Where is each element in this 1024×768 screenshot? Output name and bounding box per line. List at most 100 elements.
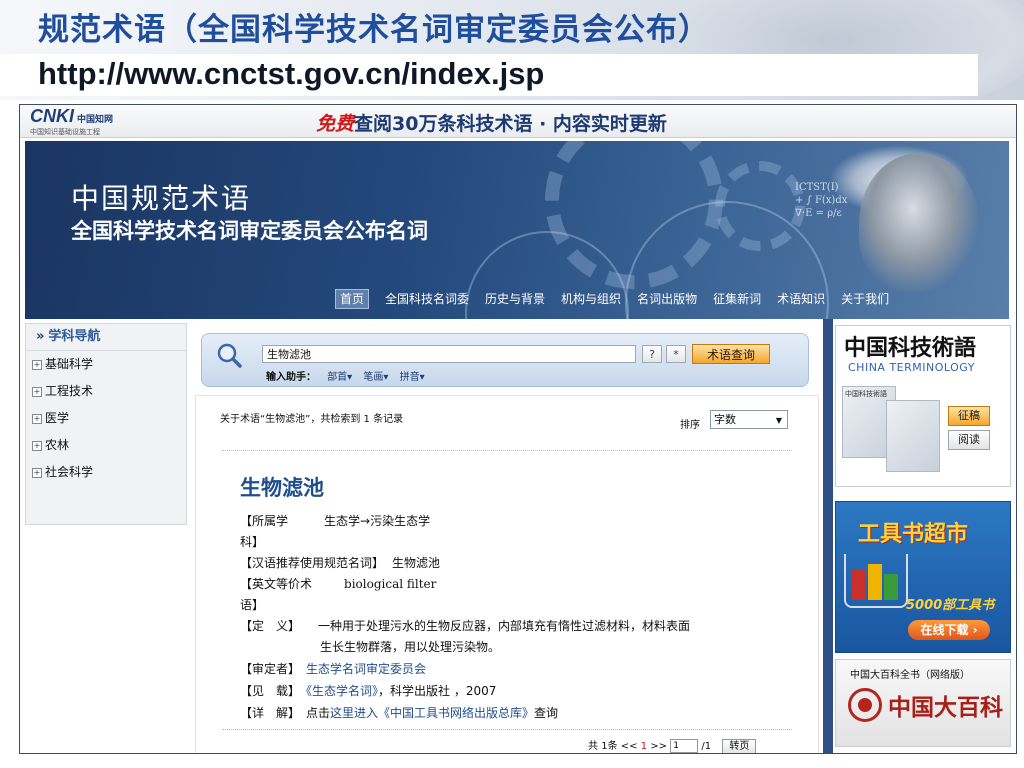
nav-about[interactable]: 关于我们 <box>833 289 897 309</box>
field-value: 一种用于处理污水的生物反应器，内部填充有惰性过滤材料，材料表面 <box>318 619 691 633</box>
pager-page-input[interactable] <box>670 739 699 753</box>
expand-icon[interactable]: + <box>32 468 42 478</box>
einstein-portrait <box>859 153 979 293</box>
search-icon <box>217 343 242 368</box>
field-label: 【英文等价术 <box>240 577 313 591</box>
subject-sidebar: » 学科导航 + 基础科学 + 工程技术 + 医学 + 农林 + 社会科学 <box>25 323 187 525</box>
sidebar-item-engineering[interactable]: + 工程技术 <box>32 384 186 411</box>
banner-subtitle: 全国科学技术名词审定委员会公布名词 <box>71 219 428 243</box>
expand-icon[interactable]: + <box>32 360 42 370</box>
main-nav: 首页 全国科技名词委 历史与背景 机构与组织 名词出版物 征集新词 术语知识 关… <box>335 289 897 309</box>
field-value: 点击 <box>306 706 331 720</box>
journal-title-en: CHINA TERMINOLOGY <box>848 361 975 374</box>
sort-label: 排序 <box>680 420 700 431</box>
field-label: 【所属学 <box>240 514 289 528</box>
pager-total-unit: 条 <box>607 741 618 752</box>
nav-history[interactable]: 历史与背景 <box>477 289 553 309</box>
promo-banner[interactable]: 免费查阅30万条科技术语 · 内容实时更新 <box>316 109 667 136</box>
field-english: 【英文等价术 biological filter <box>240 577 436 592</box>
term-title: 生物滤池 <box>240 476 324 500</box>
logo-cn: 中国知网 <box>77 114 114 124</box>
slide-url: http://www.cnctst.gov.cn/index.jsp <box>38 56 545 91</box>
toolbook-title: 工具书超市 <box>858 522 969 547</box>
field-chinese-name: 【汉语推荐使用规范名词】 生物滤池 <box>240 556 440 571</box>
field-category: 【所属学 生态学→污染生态学 <box>240 514 430 529</box>
field-label: 【详 解】 <box>240 706 301 720</box>
field-label: 【定 义】 <box>240 619 301 633</box>
pinyin-dropdown[interactable]: 拼音▾ <box>400 372 425 383</box>
sidebar-title: » 学科导航 <box>26 324 186 351</box>
sidebar-item-social-science[interactable]: + 社会科学 <box>32 465 186 492</box>
field-value: ，科学出版社 ，2007 <box>378 684 497 698</box>
toolbook-market-ad[interactable]: 工具书超市 5000部工具书 在线下载 › <box>835 501 1011 653</box>
pager-page-total: /1 <box>701 741 712 752</box>
field-definition: 【定 义】 一种用于处理污水的生物反应器，内部填充有惰性过滤材料，材料表面 <box>240 619 690 634</box>
detail-link[interactable]: 这里进入《中国工具书网络出版总库》 <box>330 706 534 720</box>
cnki-logo[interactable]: CNKI 中国知网 中国知识基础设施工程 <box>30 107 150 136</box>
expand-icon[interactable]: + <box>32 414 42 424</box>
source-book-link[interactable]: 《生态学名词》 <box>306 684 378 698</box>
pager-go-button[interactable]: 转页 <box>722 739 757 753</box>
read-button[interactable]: 阅读 <box>948 430 990 450</box>
online-download-button[interactable]: 在线下载 › <box>908 620 990 640</box>
sort-select[interactable]: 字数 ▼ <box>710 410 788 429</box>
field-label: 【见 载】 <box>240 684 301 698</box>
sidebar-item-basic-science[interactable]: + 基础科学 <box>32 357 186 384</box>
right-column-divider <box>823 319 833 753</box>
journal-cover-title: 中国科技術語 <box>845 390 887 398</box>
sidebar-title-text: 学科导航 <box>48 329 101 344</box>
sidebar-item-label: 工程技术 <box>45 384 94 398</box>
field-value: 生物滤池 <box>392 556 441 570</box>
sidebar-item-medicine[interactable]: + 医学 <box>32 411 186 438</box>
banner-title: 中国规范术语 <box>71 182 252 215</box>
field-english-wrap: 语】 <box>240 598 265 612</box>
search-bar: ? * 术语查询 输入助手： 部首▾ 笔画▾ 拼音▾ <box>201 333 809 387</box>
field-label: 【审定者】 <box>240 662 301 676</box>
radical-dropdown[interactable]: 部首▾ <box>327 372 352 383</box>
encyclopedia-ad[interactable]: 中国大百科全书（网络版） 中国大百科 <box>835 659 1011 747</box>
term-query-button[interactable]: 术语查询 <box>692 344 770 364</box>
encyclopedia-seal-icon <box>848 688 882 722</box>
sidebar-item-label: 农林 <box>45 438 70 452</box>
nav-home[interactable]: 首页 <box>335 289 370 309</box>
nav-publications[interactable]: 名词出版物 <box>629 289 705 309</box>
promo-free: 免费 <box>316 113 355 135</box>
field-definition-line2: 生长生物群落，用以处理污染物。 <box>320 640 501 654</box>
search-input[interactable] <box>262 345 636 363</box>
logo-subtitle: 中国知识基础设施工程 <box>30 128 100 136</box>
input-helper: 输入助手： 部首▾ 笔画▾ 拼音▾ <box>266 368 433 383</box>
submit-button[interactable]: 征稿 <box>948 406 990 426</box>
reviewer-link[interactable]: 生态学名词审定委员会 <box>306 662 426 676</box>
nav-committee[interactable]: 全国科技名词委 <box>377 289 477 309</box>
pager-next[interactable]: >> <box>650 741 667 752</box>
encyclopedia-title: 中国大百科全书（网络版） <box>850 670 970 681</box>
wildcard-star-button[interactable]: * <box>666 345 686 363</box>
sidebar-item-agriculture[interactable]: + 农林 <box>32 438 186 465</box>
journal-cover <box>886 400 940 472</box>
stroke-dropdown[interactable]: 笔画▾ <box>363 372 388 383</box>
promo-text: 查阅30万条科技术语 · 内容实时更新 <box>354 113 667 135</box>
sidebar-item-label: 基础科学 <box>45 357 94 371</box>
field-category-wrap: 科】 <box>240 535 265 549</box>
website-screenshot: CNKI 中国知网 中国知识基础设施工程 免费查阅30万条科技术语 · 内容实时更… <box>19 104 1017 754</box>
field-value: 查询 <box>534 706 559 720</box>
nav-organization[interactable]: 机构与组织 <box>553 289 629 309</box>
result-summary: 关于术语“生物滤池”，共检索到 1 条记录 <box>220 414 404 425</box>
nav-new-terms[interactable]: 征集新词 <box>705 289 769 309</box>
pagination: 共 1条 << 1 >> /1 转页 <box>588 737 757 753</box>
shopping-cart-icon <box>844 554 908 608</box>
divider <box>222 729 792 730</box>
expand-icon[interactable]: + <box>32 387 42 397</box>
wildcard-question-button[interactable]: ? <box>642 345 662 363</box>
nav-term-knowledge[interactable]: 术语知识 <box>769 289 833 309</box>
pager-prev[interactable]: << <box>621 741 638 752</box>
toolbook-count: 5000部工具书 <box>906 598 995 613</box>
sidebar-item-label: 医学 <box>45 411 70 425</box>
terminology-journal-ad[interactable]: 中国科技術語 CHINA TERMINOLOGY 中国科技術語 征稿 阅读 <box>835 325 1011 487</box>
field-detail: 【详 解】 点击这里进入《中国工具书网络出版总库》查询 <box>240 706 558 721</box>
double-arrow-icon: » <box>36 329 45 344</box>
slide-header: 规范术语（全国科学技术名词审定委员会公布） http://www.cnctst.… <box>0 0 1024 100</box>
sidebar-item-label: 社会科学 <box>45 465 94 479</box>
divider <box>222 450 792 451</box>
expand-icon[interactable]: + <box>32 441 42 451</box>
